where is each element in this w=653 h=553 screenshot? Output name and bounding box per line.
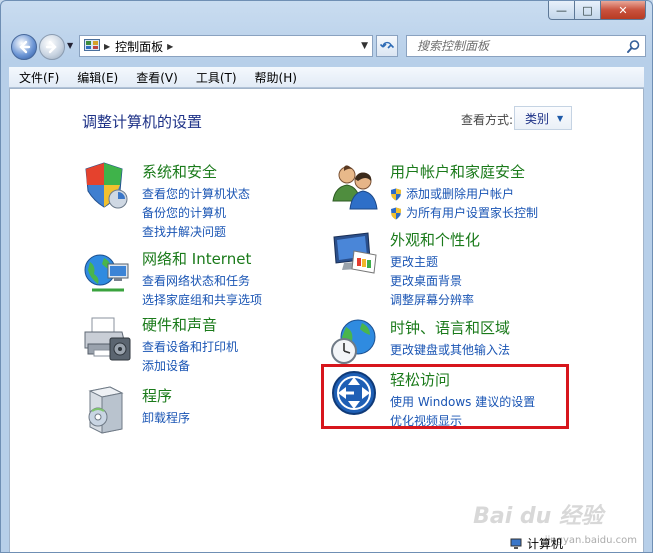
link-troubleshoot[interactable]: 查找并解决问题 bbox=[142, 223, 250, 242]
page-title: 调整计算机的设置 bbox=[82, 113, 203, 131]
menu-tools[interactable]: 工具(T) bbox=[186, 69, 245, 86]
link-view-computer-status[interactable]: 查看您的计算机状态 bbox=[142, 185, 250, 204]
refresh-button[interactable] bbox=[376, 35, 398, 57]
link-change-keyboard[interactable]: 更改键盘或其他输入法 bbox=[390, 341, 510, 360]
search-icon[interactable] bbox=[627, 39, 640, 53]
content-pane: 调整计算机的设置 查看方式: 类别 ▼ 系统和安全 查看您的计算机状态 备份您的… bbox=[9, 88, 644, 552]
shield-icon[interactable] bbox=[82, 161, 132, 211]
arrow-right-icon bbox=[45, 40, 57, 54]
forward-button[interactable] bbox=[39, 34, 65, 60]
uac-shield-icon bbox=[391, 207, 401, 220]
caption-buttons: — □ ✕ bbox=[548, 1, 646, 21]
menu-view[interactable]: 查看(V) bbox=[126, 69, 186, 86]
recent-pages-dropdown-icon[interactable]: ▼ bbox=[67, 41, 73, 50]
status-label: 计算机 bbox=[527, 537, 564, 551]
category-title[interactable]: 外观和个性化 bbox=[390, 229, 480, 250]
link-network-status[interactable]: 查看网络状态和任务 bbox=[142, 272, 262, 291]
view-by-dropdown[interactable]: 类别 ▼ bbox=[514, 106, 572, 130]
status-computer: 计算机 bbox=[510, 535, 563, 552]
link-add-device[interactable]: 添加设备 bbox=[142, 357, 238, 376]
menu-file[interactable]: 文件(F) bbox=[9, 69, 67, 86]
highlight-box bbox=[321, 364, 569, 429]
search-input[interactable] bbox=[415, 38, 619, 54]
minimize-button[interactable]: — bbox=[548, 1, 575, 20]
breadcrumb-separator-icon: ▶ bbox=[104, 41, 111, 51]
navigation-bar: ▼ ▶ 控制面板 ▶ ▼ bbox=[9, 31, 646, 61]
link-uninstall-program[interactable]: 卸载程序 bbox=[142, 409, 190, 428]
programs-icon[interactable] bbox=[82, 385, 132, 435]
address-dropdown-icon[interactable]: ▼ bbox=[361, 41, 368, 51]
close-button[interactable]: ✕ bbox=[601, 1, 646, 20]
address-bar[interactable]: ▶ 控制面板 ▶ ▼ bbox=[79, 35, 373, 57]
control-panel-window: — □ ✕ ▼ ▶ 控制面板 ▶ ▼ 搜索控制面板 文件(F) 编辑(E) 查看… bbox=[0, 0, 653, 553]
breadcrumb-chevron-icon[interactable]: ▶ bbox=[167, 42, 173, 51]
search-box[interactable] bbox=[406, 35, 646, 57]
link-text: 添加或删除用户帐户 bbox=[406, 187, 515, 201]
menu-help[interactable]: 帮助(H) bbox=[245, 69, 305, 86]
category-title[interactable]: 网络和 Internet bbox=[142, 248, 251, 269]
refresh-icon bbox=[380, 41, 394, 49]
computer-icon bbox=[510, 538, 522, 549]
menu-edit[interactable]: 编辑(E) bbox=[67, 69, 126, 86]
network-icon[interactable] bbox=[82, 248, 132, 298]
link-change-theme[interactable]: 更改主题 bbox=[390, 253, 474, 272]
view-by-value: 类别 bbox=[525, 111, 550, 126]
link-screen-resolution[interactable]: 调整屏幕分辨率 bbox=[390, 291, 474, 310]
link-desktop-background[interactable]: 更改桌面背景 bbox=[390, 272, 474, 291]
users-icon[interactable] bbox=[330, 161, 380, 211]
chevron-down-icon: ▼ bbox=[557, 113, 564, 123]
link-add-remove-accounts[interactable]: 添加或删除用户帐户 bbox=[390, 185, 538, 204]
clock-globe-icon[interactable] bbox=[330, 317, 380, 367]
menu-bar: 文件(F) 编辑(E) 查看(V) 工具(T) 帮助(H) bbox=[9, 67, 644, 88]
maximize-button[interactable]: □ bbox=[575, 1, 601, 20]
link-parental-controls[interactable]: 为所有用户设置家长控制 bbox=[390, 204, 538, 223]
uac-shield-icon bbox=[391, 188, 401, 201]
link-text: 为所有用户设置家长控制 bbox=[406, 206, 539, 220]
back-button[interactable] bbox=[11, 34, 37, 60]
watermark: Bai du 经验 bbox=[473, 504, 603, 529]
control-panel-icon bbox=[84, 39, 100, 51]
category-title[interactable]: 用户帐户和家庭安全 bbox=[390, 161, 525, 182]
link-homegroup-sharing[interactable]: 选择家庭组和共享选项 bbox=[142, 291, 262, 310]
category-title[interactable]: 程序 bbox=[142, 385, 172, 406]
breadcrumb-control-panel[interactable]: 控制面板 bbox=[115, 38, 163, 55]
link-backup-computer[interactable]: 备份您的计算机 bbox=[142, 204, 250, 223]
category-title[interactable]: 系统和安全 bbox=[142, 161, 217, 182]
appearance-icon[interactable] bbox=[330, 229, 380, 279]
category-title[interactable]: 硬件和声音 bbox=[142, 314, 217, 335]
link-devices-printers[interactable]: 查看设备和打印机 bbox=[142, 338, 238, 357]
category-title[interactable]: 时钟、语言和区域 bbox=[390, 317, 510, 338]
arrow-left-icon bbox=[19, 40, 31, 54]
view-by-label: 查看方式: bbox=[461, 113, 514, 127]
printer-icon[interactable] bbox=[82, 314, 132, 364]
